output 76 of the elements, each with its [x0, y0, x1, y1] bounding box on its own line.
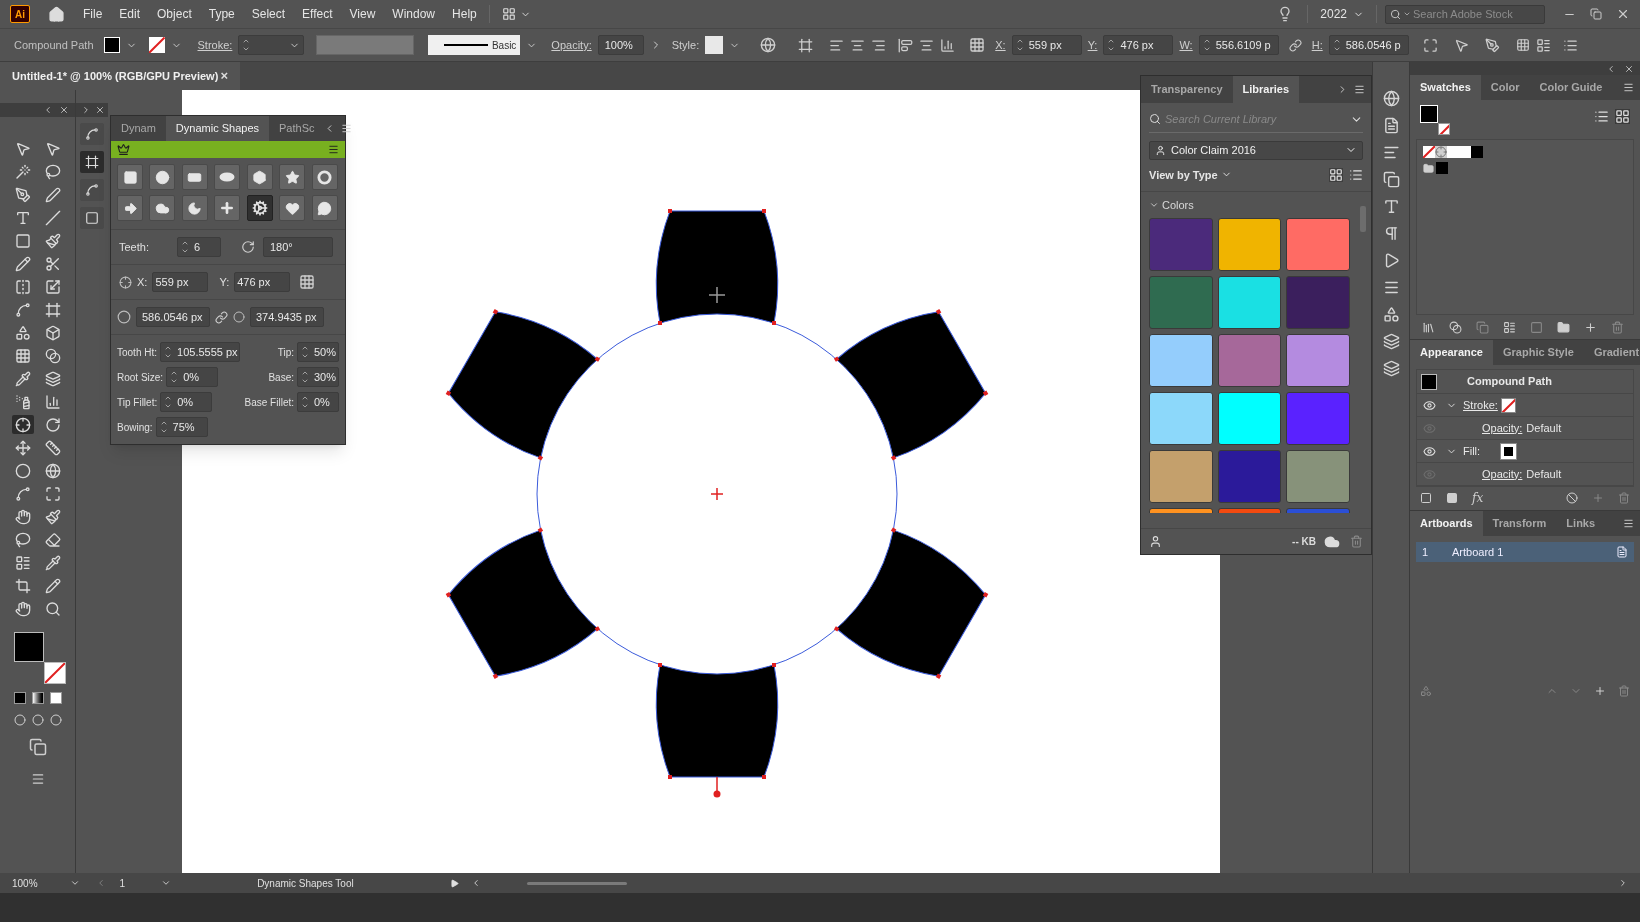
- object-type-label: Compound Path: [1467, 374, 1552, 390]
- menu-item[interactable]: Type: [208, 5, 235, 23]
- opacity-value: Default: [1526, 466, 1562, 482]
- param-field[interactable]: 0%: [297, 392, 339, 412]
- panel-tab[interactable]: Libraries: [1232, 76, 1299, 103]
- opacity-field[interactable]: 100%: [597, 35, 644, 55]
- panel-tab[interactable]: Appearance: [1410, 340, 1493, 365]
- panel-tab[interactable]: Artboards: [1410, 511, 1483, 536]
- app-logo: Ai: [10, 5, 30, 23]
- width-label: W:: [1179, 37, 1193, 53]
- document-tab[interactable]: Untitled-1* @ 100% (RGB/GPU Preview)×: [0, 62, 240, 90]
- artboard-number: 1: [1422, 544, 1430, 560]
- artboard-number: 1: [119, 876, 126, 891]
- library-dropdown[interactable]: Color Claim 2016: [1149, 140, 1363, 160]
- opacity-label: Opacity:: [1482, 420, 1523, 436]
- param-label: Bowing:: [117, 420, 153, 435]
- zoom-level: 100%: [12, 876, 38, 891]
- view-dropdown[interactable]: View by Type: [1149, 166, 1232, 183]
- param-label: Tip Fillet:: [117, 395, 158, 410]
- menu-item[interactable]: File: [83, 5, 103, 23]
- attribute-label: Fill:: [1463, 443, 1482, 459]
- menu-item[interactable]: Window: [392, 5, 436, 23]
- style-label: Style:: [671, 37, 700, 53]
- y-label: Y:: [219, 274, 230, 290]
- param-label: Root Size:: [117, 370, 164, 385]
- param-label: Tooth Ht:: [117, 345, 158, 360]
- y-field[interactable]: 476 px: [234, 272, 291, 292]
- opacity-label: Opacity:: [551, 37, 592, 53]
- workspace-dropdown[interactable]: 2022: [1320, 5, 1364, 23]
- param-label: Base Fillet:: [244, 395, 294, 410]
- param-field[interactable]: 105.5555 px: [160, 342, 241, 362]
- x-field[interactable]: 559 px: [152, 272, 209, 292]
- menu-item[interactable]: Edit: [119, 5, 141, 23]
- opacity-label: Opacity:: [1482, 466, 1523, 482]
- current-tool-label: Dynamic Shapes Tool: [257, 876, 354, 891]
- artboard-row[interactable]: 1 Artboard 1: [1416, 542, 1634, 562]
- param-field[interactable]: 30%: [297, 367, 339, 387]
- attribute-label: Stroke:: [1463, 397, 1499, 413]
- y-label: Y:: [1087, 37, 1098, 53]
- height-field[interactable]: 586.0546 p: [1328, 35, 1409, 55]
- library-name: Color Claim 2016: [1171, 142, 1257, 158]
- colors-section-toggle[interactable]: Colors: [1149, 197, 1350, 214]
- outer-radius-field[interactable]: 586.0546 px: [136, 307, 210, 327]
- y-field[interactable]: 476 px: [1103, 35, 1174, 55]
- opacity-value: Default: [1526, 420, 1562, 436]
- param-field[interactable]: 50%: [297, 342, 339, 362]
- effects-button[interactable]: fx: [1472, 489, 1484, 507]
- angle-field[interactable]: 180°: [263, 237, 333, 257]
- tab-close-button[interactable]: ×: [220, 66, 228, 86]
- panel-tab[interactable]: Swatches: [1410, 75, 1481, 100]
- teeth-field[interactable]: 6: [177, 237, 221, 257]
- stroke-profile-dropdown[interactable]: Basic: [428, 35, 521, 55]
- inner-radius-field[interactable]: 374.9435 px: [250, 307, 324, 327]
- param-label: Base:: [268, 370, 294, 385]
- menu-item[interactable]: Select: [251, 5, 286, 23]
- param-field[interactable]: 0%: [166, 367, 219, 387]
- menu-item[interactable]: Help: [452, 5, 477, 23]
- selection-type-label: Compound Path: [14, 37, 94, 53]
- artboard-name: Artboard 1: [1452, 544, 1505, 560]
- x-label: X:: [137, 274, 148, 290]
- stroke-label: Stroke:: [197, 37, 233, 53]
- width-field[interactable]: 556.6109 p: [1198, 35, 1279, 55]
- param-field[interactable]: 0%: [160, 392, 213, 412]
- height-label: H:: [1311, 37, 1323, 53]
- x-label: X:: [995, 37, 1006, 53]
- param-label: Tip:: [277, 345, 294, 360]
- teeth-label: Teeth:: [119, 239, 150, 255]
- menu-item[interactable]: Effect: [302, 5, 333, 23]
- stock-search-field[interactable]: Search Adobe Stock: [1385, 4, 1545, 24]
- x-field[interactable]: 559 px: [1011, 35, 1082, 55]
- panel-tab[interactable]: Dynamic Shapes: [165, 116, 269, 141]
- param-field[interactable]: 75%: [155, 417, 208, 437]
- menu-item[interactable]: View: [349, 5, 376, 23]
- stock-search-input[interactable]: Search Adobe Stock: [1413, 5, 1540, 23]
- storage-label: -- KB: [1292, 535, 1316, 549]
- menu-item[interactable]: Object: [157, 5, 192, 23]
